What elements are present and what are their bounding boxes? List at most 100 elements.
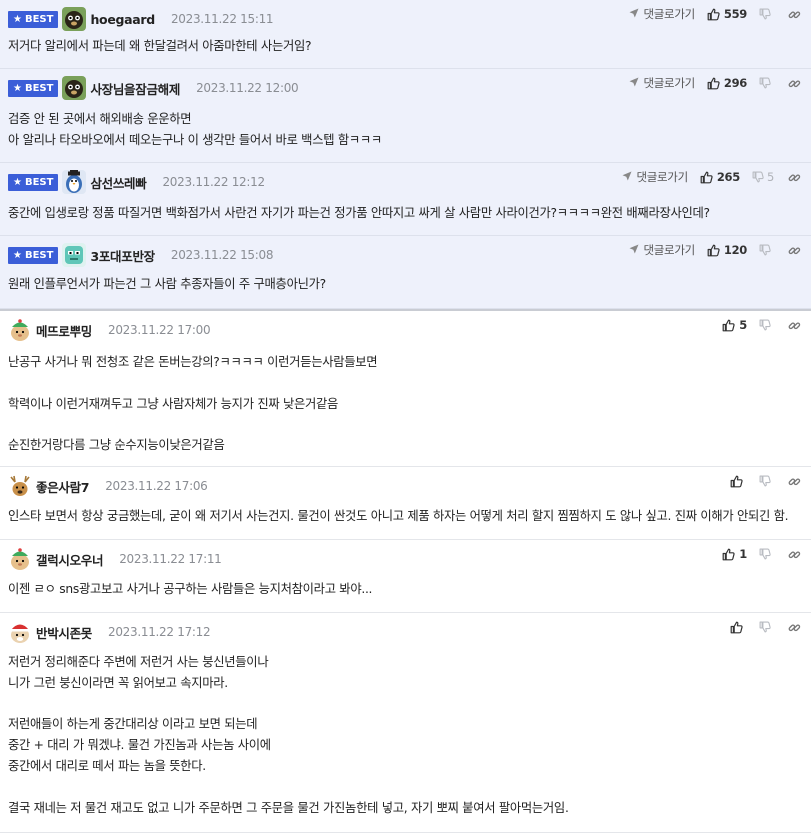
share-link-button[interactable] <box>788 621 801 634</box>
comment: 반박시존못 2023.11.22 17:12 저런거 정리해준다 주변에 저런거 사… <box>0 613 811 833</box>
share-link-button[interactable] <box>788 319 801 332</box>
nickname[interactable]: 삼선쓰레빠 <box>90 173 146 192</box>
comment-line: 중간 + 대리 가 뭐겠냐. 물건 가진놈과 사는놈 사이에 <box>8 738 271 753</box>
link-icon <box>788 77 801 90</box>
comment-body: 저런거 정리해준다 주변에 저런거 사는 붕신년들이나 니가 그런 붕신이라면 꼭… <box>8 652 803 818</box>
comment-body: 원래 인플루언서가 파는건 그 사람 추종자들이 주 구매층아닌가? <box>8 274 803 295</box>
link-icon <box>788 475 801 488</box>
dislike-button[interactable] <box>759 475 774 487</box>
like-button[interactable]: 5 <box>722 318 747 332</box>
go-to-reply-link[interactable]: 댓글로가기 <box>629 75 695 91</box>
comment-body: 난공구 사거나 뭐 전청조 같은 돈버는강의?ㅋㅋㅋㅋ 이런거듣는사람들보면 학력… <box>8 352 803 456</box>
dislike-button[interactable] <box>759 621 774 633</box>
timestamp: 2023.11.22 17:00 <box>108 323 211 337</box>
avatar[interactable] <box>62 243 87 267</box>
comment-line: 인스타 보면서 항상 궁금했는데, 굳이 왜 저기서 사는건지. 물건이 싼것도… <box>8 509 789 523</box>
thumbs-down-icon <box>752 171 767 183</box>
comment-body: 중간에 입생로랑 정품 따질거면 백화점가서 사란건 자기가 파는건 정가품 안… <box>8 203 803 224</box>
thumbs-down-icon <box>759 475 774 487</box>
avatar[interactable] <box>8 547 32 571</box>
like-count: 1 <box>739 547 747 561</box>
comment-actions: 댓글로가기 296 <box>629 75 801 91</box>
comment-body: 이젠 ㄹㅇ sns광고보고 사거나 공구하는 사람들은 능지처참이라고 봐야..… <box>8 579 803 600</box>
nickname[interactable]: hoegaard <box>90 12 155 27</box>
comment: 갤럭시오우너 2023.11.22 17:11 1 이젠 ㄹㅇ sns광고보고 사거나… <box>0 540 811 613</box>
comment-header: 메뜨로뿌밍 2023.11.22 17:00 <box>8 317 211 343</box>
nickname[interactable]: 갤럭시오우너 <box>36 550 104 569</box>
comment-header: 좋은사람7 2023.11.22 17:06 <box>8 473 208 499</box>
avatar[interactable] <box>62 7 87 31</box>
dislike-button[interactable] <box>759 548 774 560</box>
nickname[interactable]: 좋은사람7 <box>36 477 90 496</box>
like-button[interactable] <box>730 621 747 634</box>
like-button[interactable] <box>730 475 747 488</box>
comment-line <box>8 414 803 435</box>
share-link-button[interactable] <box>788 244 801 257</box>
nickname[interactable]: 사장님을잠금해제 <box>90 79 180 98</box>
comment-list: ★ BEST hoegaard 2023.11.22 15:11 댓글로가기 559 저거다… <box>0 0 811 833</box>
nickname[interactable]: 반박시존못 <box>36 623 92 642</box>
reply-arrow-icon <box>622 170 636 184</box>
share-link-button[interactable] <box>788 548 801 561</box>
timestamp: 2023.11.22 17:12 <box>108 625 211 639</box>
dislike-button[interactable] <box>759 8 774 20</box>
comment-line: 원래 인플루언서가 파는건 그 사람 추종자들이 주 구매층아닌가? <box>8 277 326 291</box>
like-button[interactable]: 120 <box>707 243 747 257</box>
comment-actions <box>730 473 801 489</box>
best-badge: ★ BEST <box>8 79 59 97</box>
link-icon <box>788 8 801 21</box>
best-label: BEST <box>24 13 54 25</box>
comment-line <box>8 373 803 394</box>
star-icon: ★ <box>13 82 22 94</box>
star-icon: ★ <box>13 249 22 261</box>
reply-arrow-icon <box>629 76 643 90</box>
go-to-reply-link[interactable]: 댓글로가기 <box>622 169 688 185</box>
reply-arrow-icon <box>629 7 643 21</box>
go-to-reply-link[interactable]: 댓글로가기 <box>629 242 695 258</box>
comment-line: 저런애들이 하는게 중간대리상 이라고 보면 되는데 <box>8 717 258 732</box>
share-link-button[interactable] <box>788 77 801 90</box>
like-button[interactable]: 265 <box>700 170 740 184</box>
avatar[interactable] <box>8 620 32 644</box>
dislike-button[interactable] <box>759 77 774 89</box>
avatar[interactable] <box>62 76 87 100</box>
thumbs-up-icon <box>722 319 739 332</box>
comment-actions: 5 <box>722 317 801 333</box>
share-link-button[interactable] <box>788 171 801 184</box>
dislike-button[interactable] <box>759 319 774 331</box>
comment-line: 아 알리나 타오바오에서 떼오는구나 이 생각만 들어서 바로 백스텝 함ㅋㅋㅋ <box>8 132 382 147</box>
best-comment: ★ BEST 3포대포반장 2023.11.22 15:08 댓글로가기 120 원래 인플… <box>0 236 811 309</box>
avatar[interactable] <box>8 474 32 498</box>
dislike-button[interactable] <box>759 244 774 256</box>
timestamp: 2023.11.22 12:12 <box>162 175 265 189</box>
comment-actions: 1 <box>722 546 801 562</box>
go-to-reply-label: 댓글로가기 <box>636 170 688 184</box>
best-label: BEST <box>24 249 54 261</box>
best-badge: ★ BEST <box>8 246 59 264</box>
nickname[interactable]: 메뜨로뿌밍 <box>36 321 92 340</box>
share-link-button[interactable] <box>788 8 801 21</box>
thumbs-up-icon <box>707 8 724 21</box>
comment-header: ★ BEST 삼선쓰레빠 2023.11.22 12:12 <box>8 169 265 195</box>
comment-line: 순진한거랑다름 그냥 순수지능이낮은거같음 <box>8 438 225 453</box>
like-button[interactable]: 296 <box>707 76 747 90</box>
thumbs-up-icon <box>722 548 739 561</box>
go-to-reply-label: 댓글로가기 <box>643 7 695 21</box>
like-button[interactable]: 1 <box>722 547 747 561</box>
like-button[interactable]: 559 <box>707 7 747 21</box>
avatar[interactable] <box>62 170 87 194</box>
link-icon <box>788 621 801 634</box>
comment-line: 난공구 사거나 뭐 전청조 같은 돈버는강의?ㅋㅋㅋㅋ 이런거듣는사람들보면 <box>8 355 378 369</box>
avatar[interactable] <box>8 318 32 342</box>
dislike-button[interactable]: 5 <box>752 170 774 184</box>
like-count: 265 <box>716 170 740 184</box>
comment-line: 니가 그런 붕신이라면 꼭 읽어보고 속지마라. <box>8 675 228 690</box>
share-link-button[interactable] <box>788 475 801 488</box>
go-to-reply-link[interactable]: 댓글로가기 <box>629 6 695 22</box>
thumbs-down-icon <box>759 8 774 20</box>
nickname[interactable]: 3포대포반장 <box>90 246 155 265</box>
best-label: BEST <box>24 176 54 188</box>
comment-actions: 댓글로가기 120 <box>629 242 801 258</box>
comment-actions <box>730 619 801 635</box>
timestamp: 2023.11.22 17:06 <box>105 479 208 493</box>
